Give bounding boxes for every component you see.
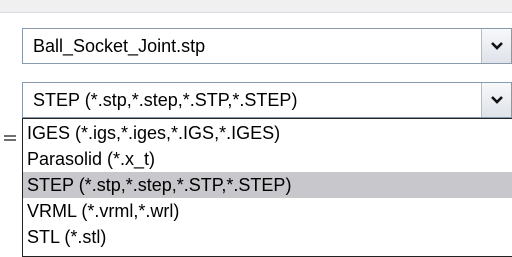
option-step[interactable]: STEP (*.stp,*.step,*.STP,*.STEP)	[23, 172, 512, 198]
file-type-dropdown-list: IGES (*.igs,*.iges,*.IGS,*.IGES) Parasol…	[22, 118, 512, 257]
option-stl[interactable]: STL (*.stl)	[23, 224, 512, 250]
file-type-value: STEP (*.stp,*.step,*.STP,*.STEP)	[33, 90, 298, 110]
chevron-down-icon	[491, 96, 503, 104]
option-iges[interactable]: IGES (*.igs,*.iges,*.IGS,*.IGES)	[23, 120, 512, 146]
file-name-value: Ball_Socket_Joint.stp	[33, 36, 206, 56]
partial-label-mark	[4, 135, 16, 145]
chevron-down-icon	[491, 42, 503, 50]
file-dialog-panel: Ball_Socket_Joint.stp STEP (*.stp,*.step…	[0, 0, 512, 257]
file-name-combobox[interactable]: Ball_Socket_Joint.stp	[22, 28, 512, 64]
file-name-dropdown-button[interactable]	[481, 29, 511, 63]
top-strip	[0, 0, 512, 13]
file-type-combobox[interactable]: STEP (*.stp,*.step,*.STP,*.STEP)	[22, 82, 512, 118]
option-vrml[interactable]: VRML (*.vrml,*.wrl)	[23, 198, 512, 224]
file-type-dropdown-button[interactable]	[481, 83, 511, 117]
option-parasolid[interactable]: Parasolid (*.x_t)	[23, 146, 512, 172]
